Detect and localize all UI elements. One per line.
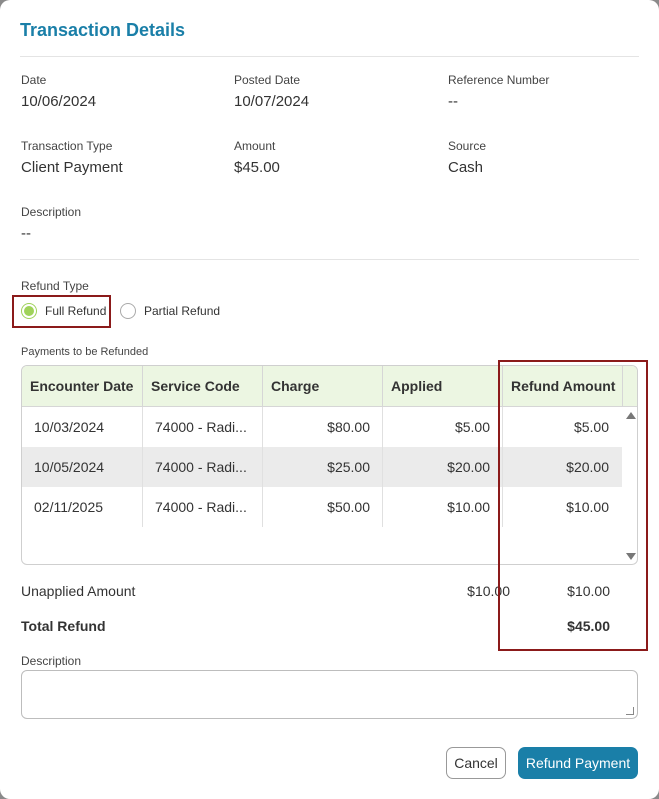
cell-applied: $5.00 [383,407,503,447]
total-refund-label: Total Refund [21,618,106,634]
cell-encounter-date: 10/05/2024 [22,447,143,487]
cell-applied: $10.00 [383,487,503,527]
col-service-code[interactable]: Service Code [143,366,263,407]
col-encounter-date[interactable]: Encounter Date [22,366,143,407]
cell-charge: $80.00 [263,407,383,447]
col-applied[interactable]: Applied [383,366,503,407]
cell-service-code: 74000 - Radi... [143,447,263,487]
partial-refund-label[interactable]: Partial Refund [144,304,220,318]
description-value: -- [21,225,31,242]
refund-payment-button[interactable]: Refund Payment [518,747,638,779]
partial-refund-radio[interactable] [120,303,136,319]
transaction-details-dialog: Transaction Details Date 10/06/2024 Post… [0,0,659,799]
cell-applied: $20.00 [383,447,503,487]
cancel-button[interactable]: Cancel [446,747,506,779]
reference-number-value: -- [448,93,458,110]
refund-description-label: Description [21,654,82,668]
source-value: Cash [448,159,484,176]
divider [20,56,639,57]
divider [20,259,639,260]
resize-grip-icon[interactable] [626,707,634,715]
refund-type-label: Refund Type [21,279,89,293]
cell-encounter-date: 10/03/2024 [22,407,143,447]
amount-label: Amount [234,139,276,153]
unapplied-amount-label: Unapplied Amount [21,583,136,599]
posted-date-value: 10/07/2024 [234,93,310,110]
date-value: 10/06/2024 [21,93,97,110]
refund-description-textarea[interactable] [21,670,638,719]
description-label: Description [21,205,82,219]
cell-charge: $25.00 [263,447,383,487]
payments-label: Payments to be Refunded [21,346,149,358]
full-refund-label[interactable]: Full Refund [45,304,106,318]
cell-charge: $50.00 [263,487,383,527]
source-label: Source [448,139,487,153]
full-refund-radio[interactable] [21,303,37,319]
transaction-type-value: Client Payment [21,159,123,176]
reference-number-label: Reference Number [448,73,550,87]
posted-date-label: Posted Date [234,73,301,87]
cell-service-code: 74000 - Radi... [143,407,263,447]
annotation-highlight-refund-column [498,360,648,651]
cell-service-code: 74000 - Radi... [143,487,263,527]
cell-encounter-date: 02/11/2025 [22,487,143,527]
transaction-type-label: Transaction Type [21,139,113,153]
amount-value: $45.00 [234,159,280,176]
col-charge[interactable]: Charge [263,366,383,407]
dialog-title: Transaction Details [20,20,186,40]
date-label: Date [21,73,47,87]
